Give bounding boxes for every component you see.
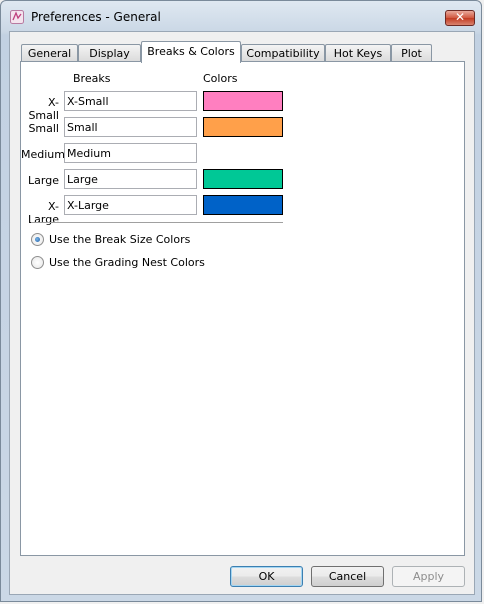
break-size-colors-radio[interactable] [31, 233, 44, 246]
apply-button[interactable]: Apply [392, 566, 465, 587]
break-field-small[interactable] [64, 117, 197, 137]
close-icon: ✕ [454, 10, 466, 24]
break-label-x-small: X-Small [28, 96, 59, 122]
grading-nest-colors-radio[interactable] [31, 256, 44, 269]
close-button[interactable]: ✕ [445, 10, 475, 26]
app-icon [10, 10, 24, 24]
break-label-large: Large [28, 174, 59, 187]
tab-general[interactable]: General [21, 44, 78, 62]
tab-compatibility[interactable]: Compatibility [241, 44, 325, 62]
colors-header: Colors [203, 72, 238, 85]
break-label-small: Small [28, 122, 59, 135]
tab-display[interactable]: Display [78, 44, 141, 62]
dialog-body: General Display Breaks & Colors Compatib… [9, 31, 475, 595]
break-field-x-small[interactable] [64, 91, 197, 111]
separator [31, 222, 283, 223]
tab-breaks-colors[interactable]: Breaks & Colors [141, 41, 241, 63]
color-swatch-x-large[interactable] [203, 195, 283, 215]
break-field-medium[interactable] [64, 143, 197, 163]
breaks-header: Breaks [73, 72, 111, 85]
title-bar[interactable]: Preferences - General ✕ [1, 1, 483, 31]
color-swatch-x-small[interactable] [203, 91, 283, 111]
breaks-colors-panel: Breaks Colors X-Small Small Medium Large… [20, 61, 465, 556]
ok-button[interactable]: OK [230, 566, 303, 587]
break-size-colors-label[interactable]: Use the Break Size Colors [49, 233, 190, 246]
color-swatch-large[interactable] [203, 169, 283, 189]
break-field-x-large[interactable] [64, 195, 197, 215]
preferences-window: Preferences - General ✕ General Display … [0, 0, 482, 602]
break-label-medium: Medium [21, 148, 65, 161]
tab-hot-keys[interactable]: Hot Keys [325, 44, 391, 62]
tab-plot[interactable]: Plot [391, 44, 432, 62]
break-field-large[interactable] [64, 169, 197, 189]
grading-nest-colors-label[interactable]: Use the Grading Nest Colors [49, 256, 205, 269]
color-swatch-small[interactable] [203, 117, 283, 137]
window-title: Preferences - General [31, 10, 161, 24]
cancel-button[interactable]: Cancel [311, 566, 384, 587]
